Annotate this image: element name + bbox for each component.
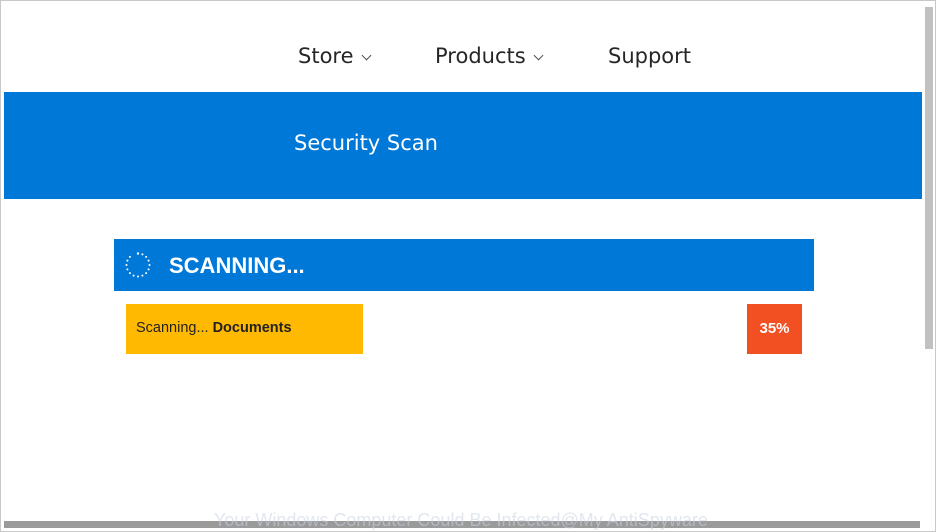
nav-support-link[interactable]: Support [608,41,691,71]
horizontal-scrollbar-thumb[interactable] [4,521,920,528]
scanning-header: SCANNING... [114,239,814,291]
top-navigation: Store Products Support [1,1,923,92]
vertical-scrollbar[interactable] [923,1,935,519]
nav-products-label: Products [435,44,526,68]
scan-current-item: Documents [212,320,292,336]
loading-spinner-icon [125,252,151,278]
scan-progress-fill: Scanning... Documents [126,304,363,354]
scan-status-prefix: Scanning... [136,320,213,336]
nav-support-label: Support [608,44,692,68]
chevron-down-icon [533,50,544,61]
nav-store-menu[interactable]: Store [298,41,371,71]
nav-store-label: Store [298,44,354,68]
vertical-scrollbar-thumb[interactable] [925,7,933,349]
scan-status-text: Scanning... Documents [136,319,292,337]
page-banner: Security Scan [4,92,922,199]
nav-products-menu[interactable]: Products [435,41,544,71]
page-title: Security Scan [294,131,438,155]
scanning-title: SCANNING... [169,253,305,278]
scan-progress-bar: Scanning... Documents [126,304,802,354]
horizontal-scrollbar[interactable] [1,519,935,531]
chevron-down-icon [361,50,371,61]
progress-percent-badge: 35% [747,304,802,354]
browser-viewport: Store Products Support Security Scan SCA… [0,0,936,532]
